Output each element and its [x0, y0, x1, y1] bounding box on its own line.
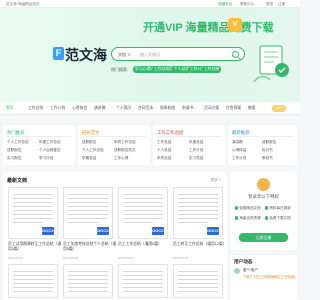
- word-doc-icon: DOCX: [42, 227, 54, 235]
- category-card: 热门推荐 个人工作总结 年度工作总结 述职报告 个人自我鉴定 实习报告 学习计划: [3, 125, 75, 165]
- card-link[interactable]: 策划书: [262, 156, 273, 161]
- nav-item[interactable]: 演讲稿: [94, 106, 105, 111]
- search-scope-select[interactable]: 文档 ∨: [118, 52, 131, 58]
- nav-item[interactable]: 工作计划: [50, 106, 65, 111]
- card-link[interactable]: 实习总结: [189, 156, 203, 161]
- search-icon[interactable]: [232, 51, 239, 58]
- category-card: 最新推荐 演讲稿 辞职报告 心得体会 检讨书 工作计划 策划书: [228, 125, 297, 165]
- card-link[interactable]: 工作计划: [232, 156, 246, 161]
- card-link[interactable]: 个人工作总结: [7, 140, 29, 145]
- help-link[interactable]: 帮助中心: [240, 2, 254, 7]
- vip-badge[interactable]: VIP: [272, 105, 286, 112]
- doc-thumbnail[interactable]: [118, 264, 168, 298]
- category-card: 成长范文 述职报告 年终工作总结 个人工作总结 述职报告范文 学期总结 工作心得: [78, 125, 150, 165]
- hero-illustration: [253, 45, 289, 83]
- card-link[interactable]: 检讨书: [262, 148, 273, 153]
- category-nav: VIP 首页 工作总结 工作计划 心得体会 演讲稿 个人简历 合同范本 规章制度 申请书 活动方案…: [0, 102, 300, 115]
- card-link[interactable]: 述职报告: [82, 140, 96, 145]
- latest-docs-panel: 最新文档 更多 > DOCX DOCX DOCX DOCX 员工试用期满转正工作…: [3, 172, 227, 300]
- doc-thumbnail[interactable]: [8, 264, 58, 298]
- doc-date: 2023-05-16: [118, 256, 134, 260]
- check-icon: [265, 216, 269, 220]
- check-icon: [235, 206, 239, 210]
- nav-item[interactable]: 应急预案: [226, 106, 241, 111]
- section-title: 最新文档: [7, 178, 28, 184]
- doc-title[interactable]: 员工试用期满转正工作总结（通用3篇）: [8, 242, 62, 252]
- card-link[interactable]: 年终工作总结: [114, 140, 136, 145]
- top-bar: 范文海·海量精品范文 收藏本站 帮助中心 登录 注册: [0, 0, 300, 8]
- site-logo[interactable]: 范文海: [65, 45, 107, 65]
- card-link[interactable]: 实习报告: [7, 156, 21, 161]
- search-input[interactable]: 输入关键词: [140, 52, 160, 58]
- card-link[interactable]: 个人总结: [157, 148, 171, 153]
- activity-message[interactable]: 下载了【员工试用期满转正工作总结】: [243, 274, 297, 279]
- doc-date: 2023-05-16: [63, 256, 79, 260]
- card-link[interactable]: 述职报告范文: [114, 148, 136, 153]
- card-link[interactable]: 个人自我鉴定: [39, 148, 61, 153]
- check-icon: [235, 216, 239, 220]
- doc-thumbnail[interactable]: DOCX: [63, 187, 113, 239]
- more-link[interactable]: 更多 >: [211, 178, 221, 183]
- card-link[interactable]: 演讲稿: [232, 140, 243, 145]
- vip-crown-icon[interactable]: V: [228, 18, 242, 32]
- login-panel: 登录享以下特权 免费精品文档 资料每日更新 海量优质资源 免费下载文档 立即注册: [230, 172, 297, 250]
- section-title: 用户动态: [234, 259, 253, 264]
- word-doc-icon: DOCX: [152, 227, 164, 235]
- nav-item[interactable]: 心得体会: [72, 106, 87, 111]
- nav-item[interactable]: 工作总结: [28, 106, 43, 111]
- doc-title[interactable]: 员工转正工作总结（通用12篇）: [173, 242, 227, 247]
- logo-icon[interactable]: F: [53, 47, 64, 60]
- search-box[interactable]: 文档 ∨ 输入关键词: [111, 47, 245, 61]
- doc-title[interactable]: 员工年度考核总结个人总结（通用5篇）: [63, 242, 117, 252]
- vip-promo-text[interactable]: 开通VIP 海量精品免费下载: [143, 19, 274, 35]
- nav-item[interactable]: 合同范本: [138, 106, 153, 111]
- benefit-item: 海量优质资源: [235, 216, 261, 221]
- hot-tag[interactable]: 工作总结: [202, 66, 222, 73]
- nav-item[interactable]: 活动方案: [204, 106, 219, 111]
- doc-thumbnail[interactable]: DOCX: [118, 187, 168, 239]
- card-link[interactable]: 辞职报告: [262, 140, 276, 145]
- doc-date: 2023-05-16: [173, 256, 189, 260]
- user-activity-panel: 用户动态 星***用户 下载了【员工试用期满转正工作总结】: [230, 255, 297, 300]
- card-link[interactable]: 工作计划: [189, 148, 203, 153]
- avatar: [234, 268, 240, 274]
- card-link[interactable]: 心得体会: [232, 148, 246, 153]
- nav-item[interactable]: 个人简历: [116, 106, 131, 111]
- card-link[interactable]: 年度总结: [189, 140, 203, 145]
- card-link[interactable]: 学习计划: [39, 156, 53, 161]
- register-button[interactable]: 立即注册: [239, 233, 288, 242]
- benefit-item: 资料每日更新: [265, 206, 291, 211]
- nav-item[interactable]: 规章制度: [160, 106, 175, 111]
- hot-search-label: 热门搜索:: [111, 67, 129, 72]
- doc-thumbnail[interactable]: [63, 264, 113, 298]
- word-doc-icon: DOCX: [207, 227, 219, 235]
- doc-title[interactable]: 员工工作总结（通用5篇）: [118, 242, 172, 247]
- word-doc-icon: DOCX: [97, 227, 109, 235]
- doc-date: 2023-05-16: [8, 256, 24, 260]
- card-link[interactable]: 年终总结: [157, 156, 171, 161]
- register-link[interactable]: 注册: [278, 2, 285, 7]
- benefit-item: 免费下载文档: [265, 216, 291, 221]
- nav-item[interactable]: 教案: [248, 106, 256, 111]
- doc-thumbnail[interactable]: [173, 264, 223, 298]
- activity-user: 星***用户: [243, 268, 258, 272]
- nav-item[interactable]: 申请书: [182, 106, 193, 111]
- doc-thumbnail[interactable]: DOCX: [8, 187, 58, 239]
- category-card: 工作工作总结 工作总结 年度总结 个人总结 工作计划 年终总结 实习总结: [153, 125, 225, 165]
- card-link[interactable]: 工作心得: [114, 156, 128, 161]
- check-icon: [265, 206, 269, 210]
- card-link[interactable]: 个人工作总结: [82, 148, 104, 153]
- card-link[interactable]: 述职报告: [7, 148, 21, 153]
- benefit-item: 免费精品文档: [235, 206, 261, 211]
- doc-thumbnail[interactable]: DOCX: [173, 187, 223, 239]
- login-link[interactable]: 登录: [266, 2, 273, 7]
- avatar: [257, 178, 270, 191]
- card-link[interactable]: 年度工作总结: [39, 140, 61, 145]
- card-link[interactable]: 学期总结: [82, 156, 96, 161]
- card-link[interactable]: 工作总结: [157, 140, 171, 145]
- login-benefits-title[interactable]: 登录享以下特权: [230, 194, 297, 200]
- favorite-link[interactable]: 收藏本站: [218, 2, 232, 7]
- site-slogan: 范文海·海量精品范文: [6, 2, 40, 6]
- nav-item[interactable]: 首页: [6, 106, 14, 111]
